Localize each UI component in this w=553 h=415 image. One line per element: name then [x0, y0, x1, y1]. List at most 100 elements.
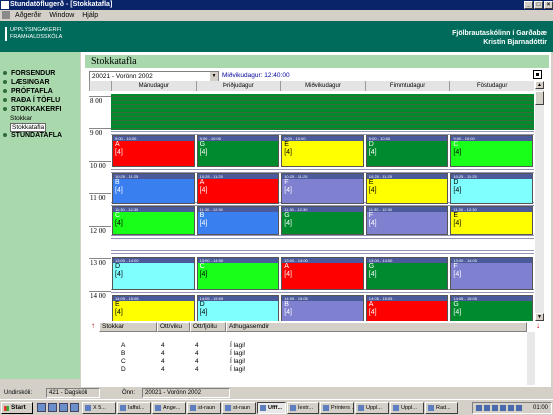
- tray-icon[interactable]: [476, 405, 482, 411]
- taskbar-button[interactable]: Ange...: [152, 402, 186, 414]
- schedule-cell[interactable]: 13:00 - 14:00 G [4]: [365, 257, 449, 290]
- schedule-cell[interactable]: 14:05 - 15:05 D [4]: [196, 295, 280, 321]
- nav-sub-stokkatafla[interactable]: Stokkatafla: [10, 123, 47, 132]
- nav-stokkakerfi[interactable]: STOKKAKERFI: [3, 106, 61, 113]
- user-name: Kristín Bjarnadóttir: [483, 39, 547, 46]
- taskbar-button[interactable]: X 5...: [82, 402, 116, 414]
- slot-separator: [111, 238, 534, 239]
- nav-stundatafla[interactable]: STUNDATAFLA: [3, 132, 62, 139]
- schedule-cell[interactable]: 9:00 - 10:00 G [4]: [196, 135, 280, 167]
- day-header[interactable]: Föstudagur: [449, 81, 534, 91]
- col-header-ott-viku[interactable]: Ott/viku: [157, 322, 190, 332]
- schedule-cell[interactable]: 11:30 - 12:30 F [4]: [365, 206, 449, 235]
- menu-adgerdir[interactable]: Aðgerðir: [12, 10, 44, 21]
- quicklaunch-icon[interactable]: [70, 403, 79, 412]
- schedule-cell[interactable]: 11:30 - 12:30 G [4]: [281, 206, 364, 235]
- chevron-down-icon[interactable]: ▼: [210, 72, 218, 81]
- maximize-button[interactable]: □: [534, 1, 543, 9]
- taskbar-button[interactable]: Uppl...: [355, 402, 389, 414]
- schedule-cell[interactable]: 14:05 - 15:05 B [4]: [281, 295, 364, 321]
- nav-rada-i-toflu[interactable]: RAÐA Í TÖFLU: [3, 97, 60, 104]
- schedule-cell[interactable]: 14:05 - 15:05 G [4]: [450, 295, 533, 321]
- schedule-cell[interactable]: 11:30 - 12:30 E [4]: [450, 206, 533, 235]
- schedule-cell[interactable]: 10:25 - 11:25 D [4]: [450, 173, 533, 204]
- quicklaunch-icon[interactable]: [59, 403, 68, 412]
- start-button[interactable]: Start: [1, 402, 33, 414]
- hour-divider: [89, 291, 111, 292]
- table-scrollbar[interactable]: [527, 332, 535, 385]
- cell-block-count: [4]: [453, 220, 462, 227]
- arrow-up-icon[interactable]: ↑: [91, 321, 95, 330]
- logo: UPPLÝSINGAKERFI FRAMHALDSSKÓLA: [5, 27, 62, 41]
- scroll-up-icon[interactable]: ▲: [535, 81, 544, 89]
- arrow-down-icon[interactable]: ↓: [536, 321, 540, 330]
- menu-hjalp[interactable]: Hjálp: [79, 10, 101, 21]
- menu-icon[interactable]: [2, 11, 10, 20]
- cell-block-name: E: [453, 212, 459, 219]
- col-header-ott-fjollu[interactable]: Ott/fjöllu: [190, 322, 226, 332]
- taskbar-button[interactable]: Uppl...: [390, 402, 424, 414]
- scroll-down-icon[interactable]: ▼: [535, 313, 544, 321]
- table-cell: D: [121, 366, 126, 373]
- day-header[interactable]: Mánudagur: [111, 81, 196, 91]
- taskbar-button[interactable]: Íextr...: [287, 402, 319, 414]
- hour-label: 14 00: [90, 292, 106, 300]
- taskbar-button[interactable]: Printers ...: [320, 402, 354, 414]
- schedule-cell[interactable]: 11:30 - 12:30 B [4]: [196, 206, 280, 235]
- schedule-cell[interactable]: 11:30 - 12:30 C [4]: [112, 206, 195, 235]
- nav-sub-stokkar[interactable]: Stokkar: [10, 115, 32, 122]
- nav-proftafla[interactable]: PRÓFTAFLA: [3, 88, 53, 95]
- minimize-button[interactable]: _: [524, 1, 533, 9]
- quicklaunch-icon[interactable]: [48, 403, 57, 412]
- schedule-cell[interactable]: 10:25 - 11:25 B [4]: [112, 173, 195, 204]
- slot-separator: [111, 292, 534, 293]
- schedule-cell[interactable]: 10:25 - 11:25 A [4]: [196, 173, 280, 204]
- nav-horizontal-scrollbar[interactable]: [0, 379, 80, 387]
- schedule-cell[interactable]: 9:00 - 10:00 D [4]: [365, 135, 449, 167]
- col-header-athugasemdir[interactable]: Athugasemdir: [226, 322, 527, 332]
- tray-icon[interactable]: [492, 405, 498, 411]
- table-cell: C: [121, 358, 126, 365]
- schedule-cell[interactable]: 14:05 - 15:05 E [4]: [112, 295, 195, 321]
- slot-separator: [111, 131, 534, 132]
- quicklaunch-icon[interactable]: [37, 403, 46, 412]
- logo-mark: [5, 27, 7, 41]
- schedule-cell[interactable]: 9:00 - 10:00 C [4]: [450, 135, 533, 167]
- close-button[interactable]: ×: [544, 1, 553, 9]
- schedule-cell[interactable]: 10:25 - 11:25 E [4]: [365, 173, 449, 204]
- scroll-thumb[interactable]: [535, 91, 544, 105]
- nav-laesingar[interactable]: LÆSINGAR: [3, 79, 50, 86]
- day-header[interactable]: Fimmtudagur: [364, 81, 450, 91]
- schedule-cell[interactable]: 13:00 - 14:00 A [4]: [281, 257, 364, 290]
- corner-button[interactable]: [533, 70, 542, 79]
- tray-icon[interactable]: [516, 405, 522, 411]
- taskbar-button[interactable]: st-raun: [187, 402, 221, 414]
- taskbar: Start X 5... Iaffal... Ange... st-raun st-ra…: [0, 399, 553, 415]
- taskbar-button[interactable]: Ufff...: [257, 402, 286, 414]
- tray-icon[interactable]: [484, 405, 490, 411]
- schedule-cell[interactable]: 13:00 - 14:00 D [4]: [112, 257, 195, 290]
- schedule-cell[interactable]: 9:00 - 10:00 E [4]: [281, 135, 364, 167]
- day-header[interactable]: Miðvikudagur: [280, 81, 365, 91]
- app-icon: [1, 1, 9, 9]
- menu-window[interactable]: Window: [46, 10, 77, 21]
- panel-header: Stokkatafla: [85, 55, 549, 68]
- col-header-stokkar[interactable]: Stokkar: [99, 322, 157, 332]
- taskbar-button[interactable]: st-raun: [222, 402, 256, 414]
- schedule-scrollbar[interactable]: ▲ ▼: [535, 81, 544, 321]
- school-name: Fjölbrautaskólinn í Garðabæ: [452, 30, 547, 37]
- nav-forsendur[interactable]: FORSENDUR: [3, 70, 55, 77]
- cell-block-name: A: [368, 301, 374, 308]
- tray-icon[interactable]: [500, 405, 506, 411]
- schedule-cell[interactable]: 13:00 - 14:00 F [4]: [450, 257, 533, 290]
- taskbar-button[interactable]: Iaffal...: [117, 402, 151, 414]
- taskbar-button[interactable]: Rad...: [425, 402, 458, 414]
- schedule-cell[interactable]: 9:00 - 10:00 A [4]: [112, 135, 195, 167]
- schedule-cell[interactable]: 14:05 - 15:05 A [4]: [365, 295, 449, 321]
- menu-bar: Aðgerðir Window Hjálp: [0, 10, 553, 21]
- schedule-cell[interactable]: 10:25 - 11:25 F [4]: [281, 173, 364, 204]
- day-header[interactable]: Þriðjudagur: [195, 81, 281, 91]
- tray-icon[interactable]: [508, 405, 514, 411]
- schedule-cell[interactable]: 13:00 - 14:00 C [4]: [196, 257, 280, 290]
- unscheduled-block[interactable]: [111, 94, 534, 130]
